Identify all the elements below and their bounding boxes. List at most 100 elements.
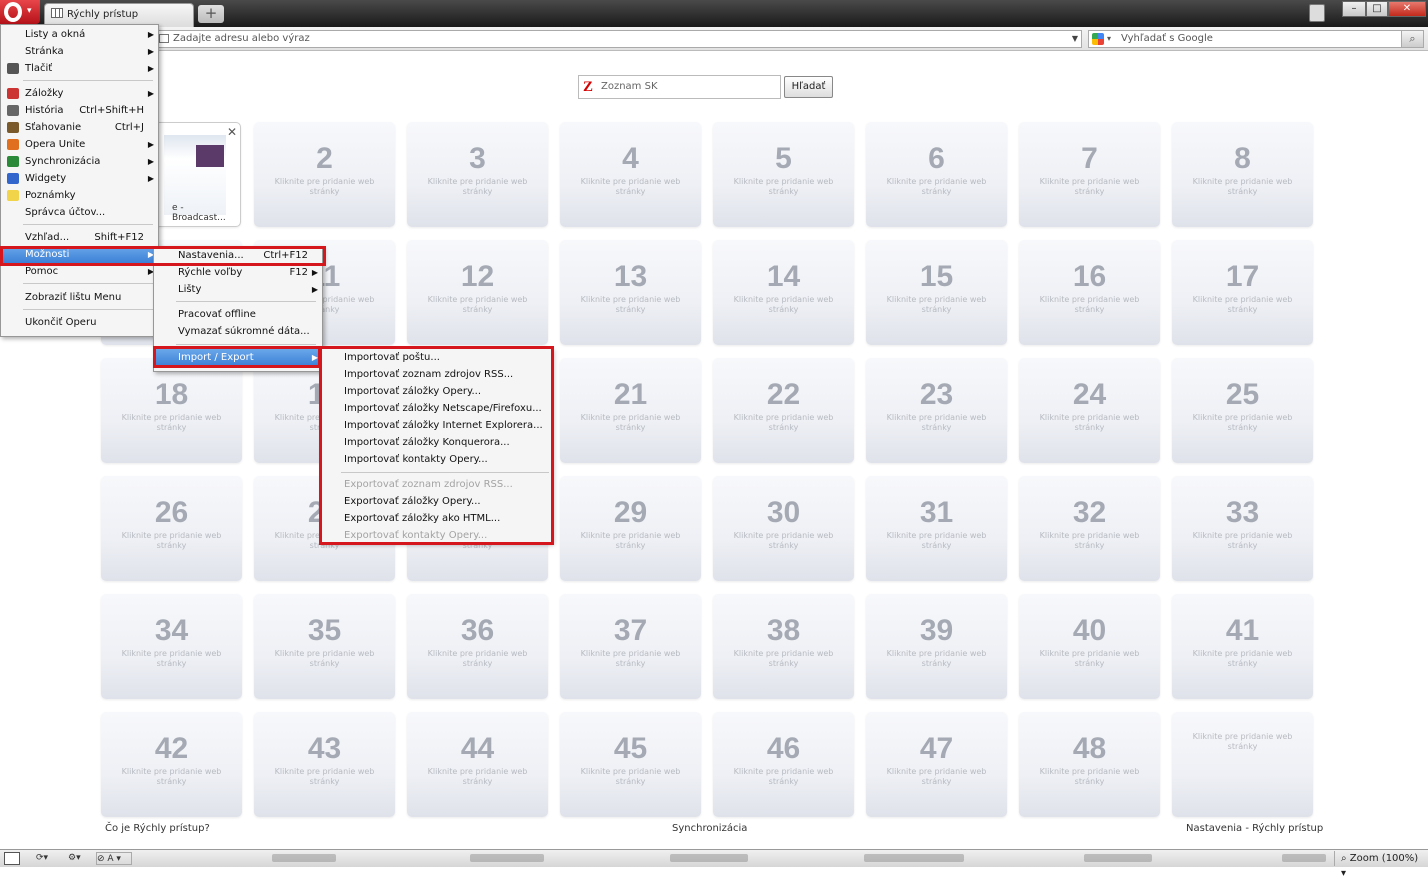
import-export-item[interactable]: Exportovať kontakty Opery...: [321, 527, 551, 544]
speed-dial-cell[interactable]: 39 Kliknite pre pridanie web stránky: [866, 594, 1007, 699]
options-menu-item[interactable]: Vymazať súkromné dáta...: [154, 323, 322, 340]
speed-dial-cell[interactable]: 16 Kliknite pre pridanie web stránky: [1019, 240, 1160, 345]
main-menu-item[interactable]: Možnosti ▶: [1, 246, 158, 263]
speed-dial-cell[interactable]: 24 Kliknite pre pridanie web stránky: [1019, 358, 1160, 463]
speed-dial-cell[interactable]: 30 Kliknite pre pridanie web stránky: [713, 476, 854, 581]
sync-status-icon[interactable]: ⟳▾: [36, 852, 48, 865]
speed-dial-cell[interactable]: 21 Kliknite pre pridanie web stránky: [560, 358, 701, 463]
google-icon[interactable]: [1092, 33, 1104, 45]
main-menu-item[interactable]: Pomoc ▶: [1, 263, 158, 280]
speed-dial-search-button[interactable]: Hľadať: [784, 76, 833, 98]
speed-dial-cell[interactable]: 43 Kliknite pre pridanie web stránky: [254, 712, 395, 817]
speed-dial-cell[interactable]: Kliknite pre pridanie web stránky: [1172, 712, 1313, 817]
speed-dial-cell[interactable]: 8 Kliknite pre pridanie web stránky: [1172, 122, 1313, 227]
speed-dial-cell[interactable]: 38 Kliknite pre pridanie web stránky: [713, 594, 854, 699]
import-export-item[interactable]: Importovať poštu...: [321, 349, 551, 366]
speed-dial-cell[interactable]: 6 Kliknite pre pridanie web stránky: [866, 122, 1007, 227]
main-menu-item[interactable]: Listy a okná ▶: [1, 26, 158, 43]
speed-dial-cell[interactable]: 26 Kliknite pre pridanie web stránky: [101, 476, 242, 581]
chevron-down-icon[interactable]: ▾: [1107, 31, 1111, 47]
speed-dial-search-input[interactable]: Z Zoznam SK: [578, 75, 781, 99]
import-export-item[interactable]: Importovať záložky Opery...: [321, 383, 551, 400]
speed-dial-cell[interactable]: 36 Kliknite pre pridanie web stránky: [407, 594, 548, 699]
options-menu-item[interactable]: Rýchle voľby F12 ▶: [154, 264, 322, 281]
main-menu-item[interactable]: Opera Unite ▶: [1, 136, 158, 153]
speed-dial-number: 41: [1225, 614, 1260, 647]
trash-icon[interactable]: [1309, 4, 1325, 22]
address-field[interactable]: Zadajte adresu alebo výraz ▼: [156, 30, 1082, 48]
speed-dial-cell[interactable]: 17 Kliknite pre pridanie web stránky: [1172, 240, 1313, 345]
menu-item-label: Opera Unite: [25, 139, 86, 150]
speed-dial-cell[interactable]: 4 Kliknite pre pridanie web stránky: [560, 122, 701, 227]
speed-dial-cell[interactable]: 32 Kliknite pre pridanie web stránky: [1019, 476, 1160, 581]
main-menu-item[interactable]: Synchronizácia ▶: [1, 153, 158, 170]
main-menu-item[interactable]: Tlačiť ▶: [1, 60, 158, 77]
menu-item-label: História: [25, 105, 64, 116]
speed-dial-cell[interactable]: 3 Kliknite pre pridanie web stránky: [407, 122, 548, 227]
import-export-item[interactable]: Exportovať záložky Opery...: [321, 493, 551, 510]
main-menu-item[interactable]: Zobraziť lištu Menu: [1, 289, 158, 306]
main-menu-item[interactable]: Správca účtov...: [1, 204, 158, 221]
import-export-item[interactable]: Importovať záložky Netscape/Firefoxu...: [321, 400, 551, 417]
import-export-item[interactable]: Exportovať zoznam zdrojov RSS...: [321, 476, 551, 493]
speed-dial-cell[interactable]: 33 Kliknite pre pridanie web stránky: [1172, 476, 1313, 581]
speed-dial-settings-link[interactable]: Nastavenia - Rýchly prístup: [1186, 823, 1323, 834]
what-is-speed-dial-link[interactable]: Čo je Rýchly prístup?: [105, 823, 210, 834]
speed-dial-cell[interactable]: 35 Kliknite pre pridanie web stránky: [254, 594, 395, 699]
unite-status-icon[interactable]: ⚙▾: [68, 852, 81, 865]
speed-dial-cell[interactable]: 15 Kliknite pre pridanie web stránky: [866, 240, 1007, 345]
main-menu-item[interactable]: Sťahovanie Ctrl+J: [1, 119, 158, 136]
import-export-item[interactable]: Exportovať záložky ako HTML...: [321, 510, 551, 527]
speed-dial-cell[interactable]: 45 Kliknite pre pridanie web stránky: [560, 712, 701, 817]
speed-dial-cell[interactable]: 48 Kliknite pre pridanie web stránky: [1019, 712, 1160, 817]
speed-dial-cell[interactable]: 44 Kliknite pre pridanie web stránky: [407, 712, 548, 817]
close-icon[interactable]: ✕: [227, 125, 237, 139]
main-menu-item[interactable]: Záložky ▶: [1, 85, 158, 102]
speed-dial-cell[interactable]: 5 Kliknite pre pridanie web stránky: [713, 122, 854, 227]
minimize-button[interactable]: –: [1342, 1, 1366, 17]
speed-dial-cell[interactable]: 12 Kliknite pre pridanie web stránky: [407, 240, 548, 345]
speed-dial-cell[interactable]: 7 Kliknite pre pridanie web stránky: [1019, 122, 1160, 227]
import-export-item[interactable]: Importovať záložky Internet Explorera...: [321, 417, 551, 434]
sync-link[interactable]: Synchronizácia: [672, 823, 747, 834]
import-export-item[interactable]: Importovať záložky Konquerora...: [321, 434, 551, 451]
options-menu-item[interactable]: Nastavenia... Ctrl+F12: [154, 247, 322, 264]
main-menu-item[interactable]: Poznámky: [1, 187, 158, 204]
new-tab-button[interactable]: +: [198, 5, 224, 23]
speed-dial-cell[interactable]: 25 Kliknite pre pridanie web stránky: [1172, 358, 1313, 463]
panel-toggle-icon[interactable]: [4, 852, 20, 865]
speed-dial-cell[interactable]: 22 Kliknite pre pridanie web stránky: [713, 358, 854, 463]
speed-dial-cell[interactable]: 41 Kliknite pre pridanie web stránky: [1172, 594, 1313, 699]
speed-dial-cell[interactable]: 29 Kliknite pre pridanie web stránky: [560, 476, 701, 581]
search-field[interactable]: ▾ Vyhľadať s Google ⌕: [1088, 30, 1424, 48]
main-menu-item[interactable]: Stránka ▶: [1, 43, 158, 60]
main-menu-item[interactable]: Vzhľad... Shift+F12: [1, 229, 158, 246]
speed-dial-cell[interactable]: 31 Kliknite pre pridanie web stránky: [866, 476, 1007, 581]
speed-dial-cell[interactable]: 40 Kliknite pre pridanie web stránky: [1019, 594, 1160, 699]
import-export-item[interactable]: Importovať kontakty Opery...: [321, 451, 551, 468]
turbo-icon[interactable]: ⊘ A ▾: [96, 852, 132, 865]
chevron-down-icon[interactable]: ▼: [1072, 31, 1078, 47]
speed-dial-cell[interactable]: 46 Kliknite pre pridanie web stránky: [713, 712, 854, 817]
main-menu-item[interactable]: Widgety ▶: [1, 170, 158, 187]
options-menu-item[interactable]: Import / Export ▶: [154, 349, 322, 366]
speed-dial-cell[interactable]: 42 Kliknite pre pridanie web stránky: [101, 712, 242, 817]
main-menu-item[interactable]: Ukončiť Operu: [1, 314, 158, 331]
search-icon[interactable]: ⌕: [1401, 31, 1423, 47]
speed-dial-cell[interactable]: 18 Kliknite pre pridanie web stránky: [101, 358, 242, 463]
speed-dial-cell[interactable]: 13 Kliknite pre pridanie web stránky: [560, 240, 701, 345]
import-export-item[interactable]: Importovať zoznam zdrojov RSS...: [321, 366, 551, 383]
main-menu-item[interactable]: História Ctrl+Shift+H: [1, 102, 158, 119]
speed-dial-cell[interactable]: 34 Kliknite pre pridanie web stránky: [101, 594, 242, 699]
zoom-control[interactable]: ⌕ Zoom (100%) ▾: [1334, 851, 1426, 879]
speed-dial-cell[interactable]: 2 Kliknite pre pridanie web stránky: [254, 122, 395, 227]
options-menu-item[interactable]: Lišty ▶: [154, 281, 322, 298]
speed-dial-cell[interactable]: 47 Kliknite pre pridanie web stránky: [866, 712, 1007, 817]
maximize-button[interactable]: □: [1366, 1, 1388, 17]
speed-dial-cell[interactable]: 14 Kliknite pre pridanie web stránky: [713, 240, 854, 345]
speed-dial-cell[interactable]: 37 Kliknite pre pridanie web stránky: [560, 594, 701, 699]
opera-menu-button[interactable]: ▾: [0, 0, 40, 24]
options-menu-item[interactable]: Pracovať offline: [154, 306, 322, 323]
speed-dial-cell[interactable]: 23 Kliknite pre pridanie web stránky: [866, 358, 1007, 463]
close-button[interactable]: ✕: [1388, 1, 1426, 17]
